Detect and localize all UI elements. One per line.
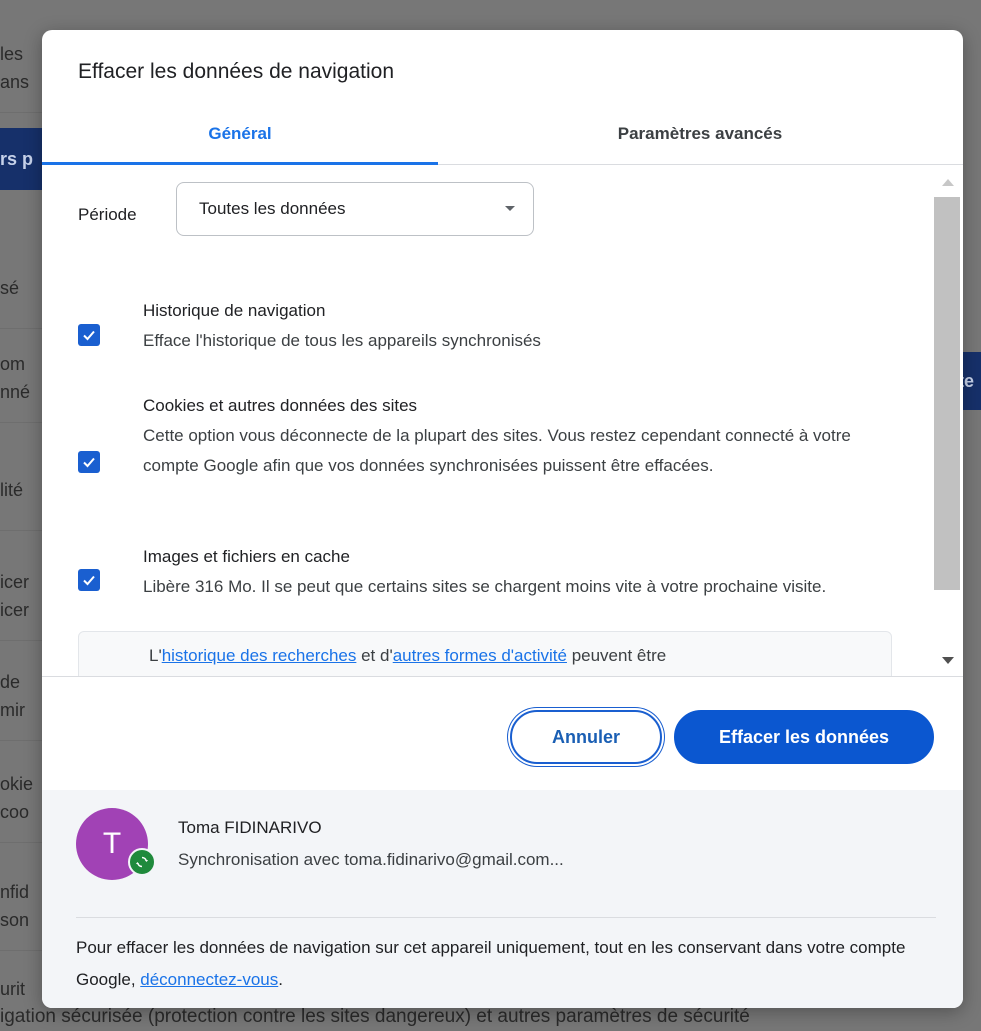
clear-browsing-data-dialog: Effacer les données de navigation Généra… [42, 30, 963, 1008]
footer-note-suffix: . [278, 970, 283, 989]
checkbox-cache[interactable] [78, 569, 100, 591]
dialog-title: Effacer les données de navigation [78, 60, 395, 83]
divider [42, 676, 963, 677]
period-label: Période [78, 205, 137, 224]
clear-data-button[interactable]: Effacer les données [674, 710, 934, 764]
checkbox-browsing-history[interactable] [78, 324, 100, 346]
option-title: Historique de navigation [143, 301, 326, 320]
info-suffix: peuvent être [566, 646, 667, 665]
option-text: Historique de navigation Efface l'histor… [143, 296, 863, 356]
sign-out-link[interactable]: déconnectez-vous [140, 970, 278, 989]
user-name: Toma FIDINARIVO [178, 818, 322, 837]
tab-bar: Général Paramètres avancés [42, 116, 963, 165]
check-icon [83, 457, 95, 468]
scroll-down-arrow-icon[interactable] [942, 657, 954, 664]
divider [76, 917, 936, 918]
info-text: L'historique des recherches et d'autres … [149, 646, 666, 666]
tab-general[interactable]: Général [42, 116, 438, 165]
option-title: Images et fichiers en cache [143, 547, 350, 566]
other-activity-link[interactable]: autres formes d'activité [393, 646, 567, 665]
background-button: rs p [0, 128, 48, 190]
tab-advanced[interactable]: Paramètres avancés [500, 116, 900, 162]
scroll-thumb[interactable] [934, 197, 960, 590]
period-select[interactable]: Toutes les données [176, 182, 534, 236]
option-text: Images et fichiers en cache Libère 316 M… [143, 542, 863, 602]
footer-note: Pour effacer les données de navigation s… [76, 932, 936, 996]
dialog-content: Période Toutes les données Historique de… [42, 165, 932, 677]
info-box: L'historique des recherches et d'autres … [78, 631, 892, 677]
info-prefix: L' [149, 646, 162, 665]
sync-icon [128, 848, 156, 876]
checkbox-cookies[interactable] [78, 451, 100, 473]
option-description: Libère 316 Mo. Il se peut que certains s… [143, 577, 827, 596]
period-selected-value: Toutes les données [199, 199, 346, 218]
check-icon [83, 330, 95, 341]
check-icon [83, 575, 95, 586]
sync-status: Synchronisation avec toma.fidinarivo@gma… [178, 850, 564, 869]
cancel-button[interactable]: Annuler [510, 710, 662, 764]
sync-arrows-icon [136, 856, 148, 868]
account-footer: T Toma FIDINARIVO Synchronisation avec t… [42, 790, 963, 1008]
search-history-link[interactable]: historique des recherches [162, 646, 357, 665]
option-title: Cookies et autres données des sites [143, 396, 418, 415]
caret-down-icon [505, 206, 515, 211]
scrollbar[interactable] [932, 165, 963, 677]
info-middle: et d' [356, 646, 393, 665]
scroll-up-arrow-icon[interactable] [942, 179, 954, 186]
option-description: Cette option vous déconnecte de la plupa… [143, 426, 851, 475]
option-description: Efface l'historique de tous les appareil… [143, 331, 541, 350]
option-text: Cookies et autres données des sites Cett… [143, 391, 863, 481]
